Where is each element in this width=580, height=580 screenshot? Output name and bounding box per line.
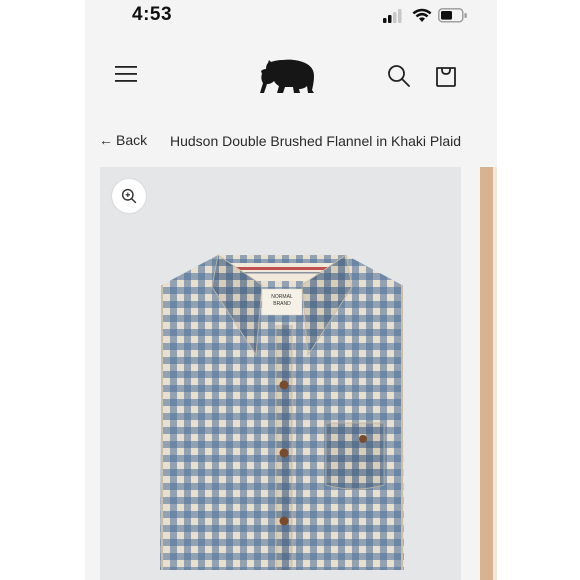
zoom-button[interactable] bbox=[112, 179, 146, 213]
back-label: Back bbox=[116, 132, 148, 148]
menu-icon[interactable] bbox=[114, 64, 138, 84]
signal-icon bbox=[383, 9, 402, 23]
status-bar: 4:53 bbox=[85, 0, 497, 34]
product-image: NORMAL BRAND bbox=[160, 254, 404, 570]
site-header bbox=[85, 44, 497, 108]
status-time: 4:53 bbox=[132, 4, 173, 25]
zoom-in-icon bbox=[121, 188, 137, 204]
next-image-peek[interactable] bbox=[480, 167, 497, 580]
product-title: Hudson Double Brushed Flannel in Khaki P… bbox=[170, 133, 462, 149]
back-link[interactable]: ← Back bbox=[99, 132, 147, 148]
phone-screen: 4:53 ← Back Hudson Double Brushed Flanne… bbox=[85, 0, 497, 580]
shopping-bag-icon[interactable] bbox=[434, 64, 458, 88]
label-text-normal: NORMAL bbox=[271, 294, 293, 300]
label-text-brand: BRAND bbox=[273, 301, 291, 307]
breadcrumb: ← Back Hudson Double Brushed Flannel in … bbox=[85, 128, 497, 156]
wifi-icon bbox=[412, 8, 432, 22]
bear-logo-icon[interactable] bbox=[260, 56, 318, 96]
battery-icon bbox=[438, 8, 467, 23]
search-icon[interactable] bbox=[387, 64, 411, 88]
product-image-gallery[interactable]: NORMAL BRAND bbox=[100, 167, 461, 580]
arrow-left-icon: ← bbox=[99, 132, 113, 148]
